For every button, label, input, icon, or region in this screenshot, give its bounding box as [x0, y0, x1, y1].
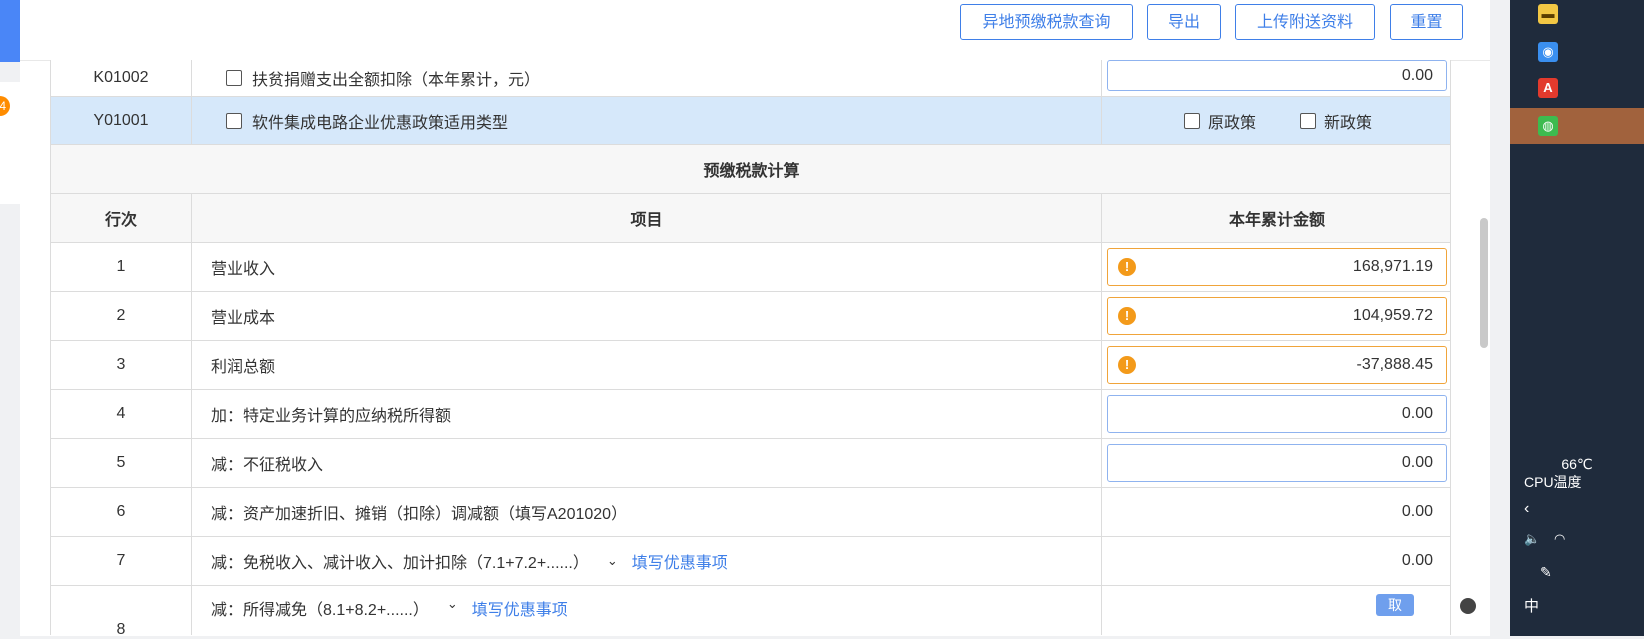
row-item: 营业成本	[192, 292, 1102, 340]
upload-attachments-button[interactable]: 上传附送资料	[1235, 4, 1375, 40]
table-row: 4 加：特定业务计算的应纳税所得额 0.00	[50, 390, 1451, 439]
taskbar-active-item[interactable]	[1510, 108, 1644, 144]
left-nav-active[interactable]	[0, 0, 20, 62]
row-number: 2	[51, 292, 192, 340]
pen-icon[interactable]: ✎	[1510, 563, 1644, 581]
table-row: 8 减：所得减免（8.1+8.2+......） ⌄ 填写优惠事项	[50, 586, 1451, 638]
row-label: 减：所得减免（8.1+8.2+......）	[211, 602, 429, 619]
cpu-temp: 66℃	[1561, 456, 1593, 472]
help-icon[interactable]	[1460, 598, 1476, 614]
row-number: 1	[51, 243, 192, 291]
header-amount: 本年累计金额	[1228, 212, 1325, 229]
row-number: 8	[51, 586, 192, 638]
section-title-row: 预缴税款计算	[50, 145, 1451, 194]
row-item: 减：所得减免（8.1+8.2+......） ⌄ 填写优惠事项	[192, 586, 1102, 635]
table-header: 行次 项目 本年累计金额	[50, 194, 1451, 243]
table-row: K01002 扶贫捐赠支出全额扣除（本年累计，元） 0.00	[50, 60, 1451, 97]
amount-input[interactable]: 0.00	[1107, 395, 1447, 433]
chevron-down-icon[interactable]: ⌄	[447, 596, 458, 612]
amount-cell: 0.00	[1102, 60, 1452, 96]
amount-input[interactable]: 0.00	[1107, 444, 1447, 482]
amount-cell: 0.00	[1102, 439, 1452, 487]
section-title: 预缴税款计算	[703, 163, 800, 180]
amount-value: -37,888.45	[1356, 356, 1433, 373]
amount-cell: ! -37,888.45	[1102, 341, 1452, 389]
amount-cell: 0.00	[1102, 390, 1452, 438]
row-item: 减：不征税收入	[192, 439, 1102, 487]
vertical-scrollbar[interactable]	[1480, 218, 1488, 348]
table-row: 7 减：免税收入、减计收入、加计扣除（7.1+7.2+......） ⌄ 填写优…	[50, 537, 1451, 586]
acrobat-icon[interactable]: A	[1538, 78, 1558, 98]
checkbox[interactable]	[226, 112, 242, 129]
header-item: 项目	[192, 194, 1102, 242]
fill-preferential-link[interactable]: 填写优惠事项	[472, 596, 568, 620]
table-row: 6 减：资产加速折旧、摊销（扣除）调减额（填写A201020） 0.00	[50, 488, 1451, 537]
row-number: 6	[51, 488, 192, 536]
taskbar: ▬ ◉ A ◍ 66℃ CPU温度 ‹ 🔈 ◠ ✎ 中	[1510, 0, 1644, 636]
cpu-temp-label: CPU温度	[1524, 474, 1582, 490]
amount-value: 104,959.72	[1352, 307, 1433, 324]
row-item: 减：资产加速折旧、摊销（扣除）调减额（填写A201020）	[192, 488, 1102, 536]
table-row: 1 营业收入 ! 168,971.19	[50, 243, 1451, 292]
chevron-left-icon[interactable]: ‹	[1510, 500, 1644, 518]
folder-icon[interactable]: ▬	[1538, 4, 1558, 24]
warning-icon: !	[1118, 307, 1136, 325]
reset-button[interactable]: 重置	[1390, 4, 1463, 40]
export-button[interactable]: 导出	[1147, 4, 1221, 40]
wechat-icon[interactable]: ◍	[1538, 116, 1558, 136]
ime-indicator[interactable]: 中	[1510, 598, 1644, 616]
table-row-selected[interactable]: Y01001 软件集成电路企业优惠政策适用类型 原政策 新政策	[50, 97, 1451, 145]
new-policy-checkbox[interactable]	[1300, 112, 1317, 129]
row-code: Y01001	[51, 97, 192, 144]
amount-input[interactable]: ! 104,959.72	[1107, 297, 1447, 335]
amount-value: 168,971.19	[1352, 258, 1433, 275]
old-policy-checkbox[interactable]	[1184, 112, 1200, 129]
new-policy-label: 新政策	[1324, 114, 1373, 132]
warning-icon: !	[1118, 258, 1136, 276]
policy-options: 原政策 新政策	[1102, 97, 1452, 144]
amount-cell: ! 104,959.72	[1102, 292, 1452, 340]
row-number: 4	[51, 390, 192, 438]
row-number: 3	[51, 341, 192, 389]
checkbox[interactable]	[226, 70, 242, 86]
fill-preferential-link[interactable]: 填写优惠事项	[632, 549, 728, 573]
app-icon[interactable]: ◉	[1538, 42, 1558, 62]
row-item: 软件集成电路企业优惠政策适用类型	[192, 97, 1102, 144]
floating-widget[interactable]: 取	[1376, 594, 1414, 616]
row-item: 减：免税收入、减计收入、加计扣除（7.1+7.2+......） ⌄ 填写优惠事…	[192, 537, 1102, 585]
row-code: K01002	[51, 60, 192, 96]
amount-input[interactable]: ! -37,888.45	[1107, 346, 1447, 384]
table-row: 3 利润总额 ! -37,888.45	[50, 341, 1451, 390]
row-item: 加：特定业务计算的应纳税所得额	[192, 390, 1102, 438]
row-label: 软件集成电路企业优惠政策适用类型	[252, 114, 509, 132]
table-row: 2 营业成本 ! 104,959.72	[50, 292, 1451, 341]
amount-cell: ! 168,971.19	[1102, 243, 1452, 291]
row-item: 利润总额	[192, 341, 1102, 389]
amount-value: 0.00	[1401, 552, 1433, 569]
warning-icon: !	[1118, 356, 1136, 374]
wifi-icon[interactable]: ◠	[1510, 530, 1644, 548]
row-number: 7	[51, 537, 192, 585]
row-label: 减：免税收入、减计收入、加计扣除（7.1+7.2+......）	[211, 555, 589, 572]
row-item: 营业收入	[192, 243, 1102, 291]
amount-input[interactable]: ! 168,971.19	[1107, 248, 1447, 286]
row-item: 扶贫捐赠支出全额扣除（本年累计，元）	[192, 60, 1102, 96]
table-row: 5 减：不征税收入 0.00	[50, 439, 1451, 488]
chevron-down-icon[interactable]: ⌄	[607, 553, 618, 569]
row-number: 5	[51, 439, 192, 487]
amount-input[interactable]: 0.00	[1107, 60, 1447, 91]
old-policy-label: 原政策	[1208, 114, 1257, 132]
amount-value: 0.00	[1401, 503, 1433, 520]
header-no: 行次	[51, 194, 192, 242]
row-label: 扶贫捐赠支出全额扣除（本年累计，元）	[252, 72, 541, 89]
remote-prepaid-tax-query-button[interactable]: 异地预缴税款查询	[960, 4, 1133, 40]
